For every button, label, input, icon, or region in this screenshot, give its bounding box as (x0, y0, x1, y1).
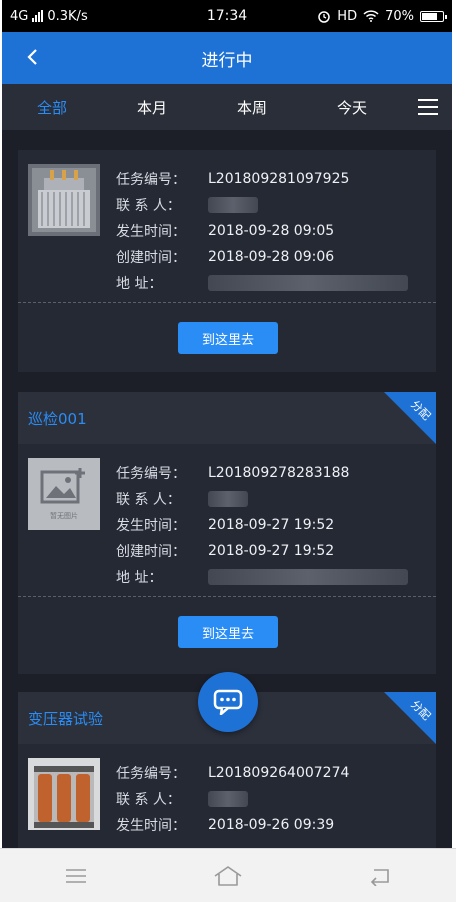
address-value-redacted (208, 275, 408, 291)
page-title: 进行中 (201, 50, 253, 71)
navigate-button[interactable]: 到这里去 (178, 616, 278, 648)
contact-value-redacted (208, 491, 248, 507)
status-right: HD 70% (294, 8, 447, 24)
task-card[interactable]: 任务编号： L201809281097925 联 系 人： 发生时间： 2018-0… (18, 150, 436, 372)
status-bar: 4G 0.3K/s 17:34 HD 70% (2, 0, 452, 32)
back-system-button[interactable] (360, 856, 400, 896)
battery-percent: 70% (385, 8, 414, 24)
chat-button[interactable] (198, 672, 258, 732)
tab-this-month[interactable]: 本月 (102, 97, 202, 118)
occur-time-value: 2018-09-28 09:05 (208, 223, 335, 239)
signal-icon (32, 10, 44, 22)
network-type: 4G (10, 8, 29, 24)
top-navbar: 进行中 (2, 32, 452, 84)
menu-lines-icon (66, 868, 86, 883)
assign-badge-label: 分配 (408, 397, 434, 423)
occur-time-value: 2018-09-26 09:39 (208, 817, 335, 833)
contact-label: 联 系 人： (116, 792, 181, 808)
contact-label: 联 系 人： (116, 198, 181, 214)
status-time: 17:34 (206, 8, 248, 24)
task-card[interactable]: 巡检001 分配 暂无图片 任务编号： L201809278283188 联 系 … (18, 392, 436, 674)
task-title: 巡检001 (28, 409, 87, 428)
contact-label: 联 系 人： (116, 492, 181, 508)
chat-bubble-icon (213, 689, 243, 715)
task-title: 变压器试验 (28, 709, 104, 728)
app-screen: 4G 0.3K/s 17:34 HD 70% 进行中 全部 本月 本周 今天 任… (2, 0, 452, 902)
image-placeholder-icon: 暂无图片 (28, 458, 100, 530)
task-no-value: L201809278283188 (208, 465, 350, 481)
occur-time-label: 发生时间： (116, 224, 186, 240)
back-button[interactable] (18, 42, 48, 72)
address-label: 地 址： (116, 276, 163, 292)
card-divider (18, 302, 436, 303)
task-no-label: 任务编号： (116, 466, 186, 482)
contact-value-redacted (208, 197, 258, 213)
system-navigation-bar (0, 848, 456, 902)
recent-apps-button[interactable] (56, 856, 96, 896)
assign-badge[interactable]: 分配 (384, 692, 436, 744)
create-time-value: 2018-09-27 19:52 (208, 543, 335, 559)
placeholder-caption: 暂无图片 (50, 511, 78, 520)
card-body: 暂无图片 任务编号： L201809278283188 联 系 人： 发生时间： 2… (18, 444, 436, 674)
occur-time-label: 发生时间： (116, 818, 186, 834)
menu-icon[interactable] (418, 97, 438, 117)
occur-time-value: 2018-09-27 19:52 (208, 517, 335, 533)
tab-this-week[interactable]: 本周 (202, 97, 302, 118)
home-button[interactable] (208, 856, 248, 896)
transformer-photo (28, 164, 100, 236)
task-no-label: 任务编号： (116, 172, 186, 188)
wifi-icon (363, 10, 379, 22)
create-time-value: 2018-09-28 09:06 (208, 249, 335, 265)
tab-all[interactable]: 全部 (2, 97, 102, 118)
task-no-value: L201809281097925 (208, 171, 350, 187)
network-speed: 0.3K/s (47, 8, 88, 24)
alarm-icon (318, 11, 331, 23)
task-no-value: L201809264007274 (208, 765, 350, 781)
navigate-button[interactable]: 到这里去 (178, 322, 278, 354)
address-value-redacted (208, 569, 408, 585)
card-header: 巡检001 分配 (18, 392, 436, 444)
status-left: 4G 0.3K/s (10, 9, 160, 24)
create-time-label: 创建时间： (116, 544, 186, 560)
create-time-label: 创建时间： (116, 250, 186, 266)
task-no-label: 任务编号： (116, 766, 186, 782)
transformer-photo (28, 758, 100, 830)
card-body: 任务编号： L201809281097925 联 系 人： 发生时间： 2018-0… (18, 150, 436, 372)
assign-badge[interactable]: 分配 (384, 392, 436, 444)
task-info: 任务编号： L201809278283188 联 系 人： 发生时间： 2018-0… (116, 460, 408, 590)
task-info: 任务编号： L201809281097925 联 系 人： 发生时间： 2018-0… (116, 166, 408, 296)
battery-icon (420, 10, 447, 22)
assign-badge-label: 分配 (408, 697, 434, 723)
tab-today[interactable]: 今天 (302, 97, 402, 118)
home-icon (214, 865, 242, 886)
task-info: 任务编号： L201809264007274 联 系 人： 发生时间： 2018-0… (116, 760, 349, 838)
card-divider (18, 596, 436, 597)
return-icon (370, 868, 389, 886)
chevron-left-icon (27, 49, 37, 65)
hd-indicator: HD (337, 8, 358, 24)
address-label: 地 址： (116, 570, 163, 586)
occur-time-label: 发生时间： (116, 518, 186, 534)
filter-tabs: 全部 本月 本周 今天 (2, 84, 452, 130)
contact-value-redacted (208, 791, 248, 807)
